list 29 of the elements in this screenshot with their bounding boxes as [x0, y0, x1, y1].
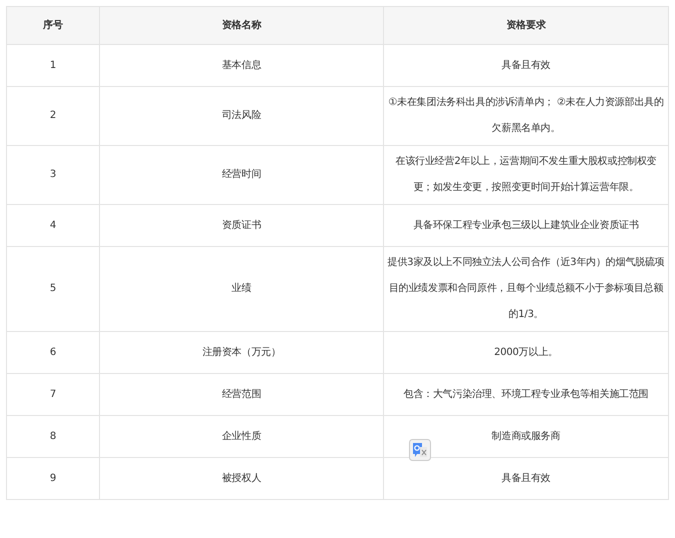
table-cell: ①未在集团法务科出具的涉诉清单内； ②未在人力资源部出具的欠薪黑名单内。: [384, 86, 668, 146]
table-cell: 注册资本（万元）: [100, 332, 384, 374]
table-cell: 业绩: [100, 246, 384, 332]
table-cell: 司法风险: [100, 86, 384, 146]
column-header: 序号: [6, 6, 100, 44]
table-cell: 被授权人: [100, 458, 384, 500]
table-cell: 经营时间: [100, 146, 384, 204]
table-cell: 5: [6, 246, 100, 332]
table-cell: 具备环保工程专业承包三级以上建筑业企业资质证书: [384, 204, 668, 246]
table-cell: 2000万以上。: [384, 332, 668, 374]
column-header: 资格名称: [100, 6, 384, 44]
table-cell: 企业性质: [100, 416, 384, 458]
table-cell: 2: [6, 86, 100, 146]
table-cell: 具备且有效: [384, 44, 668, 86]
column-header: 资格要求: [384, 6, 668, 44]
table-cell: 3: [6, 146, 100, 204]
table-cell: 9: [6, 458, 100, 500]
table-cell: 6: [6, 332, 100, 374]
table-cell: 包含：大气污染治理、环境工程专业承包等相关施工范围: [384, 374, 668, 416]
table-cell: 8: [6, 416, 100, 458]
table-cell: 1: [6, 44, 100, 86]
table-cell: 在该行业经营2年以上，运营期间不发生重大股权或控制权变更；如发生变更，按照变更时间开始计算运营年限。: [384, 146, 668, 204]
table-cell: 经营范围: [100, 374, 384, 416]
table-cell: 4: [6, 204, 100, 246]
table-cell: 提供3家及以上不同独立法人公司合作（近3年内）的烟气脱硫项目的业绩发票和合同原件，且每个业绩总额不小于参标项目总额的1/3。: [384, 246, 668, 332]
table-cell: 基本信息: [100, 44, 384, 86]
table-cell: 资质证书: [100, 204, 384, 246]
table-cell: 7: [6, 374, 100, 416]
translate-icon[interactable]: [409, 439, 431, 461]
